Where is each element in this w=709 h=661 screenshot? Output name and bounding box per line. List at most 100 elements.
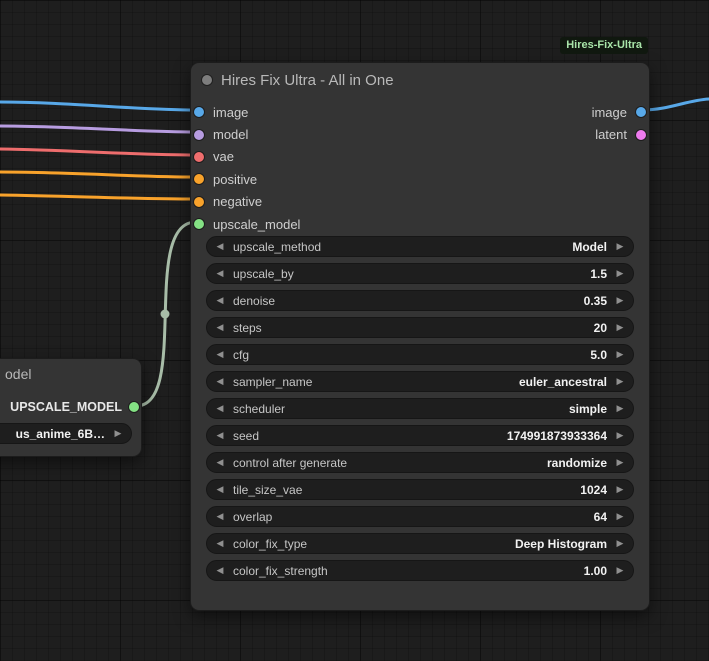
increment-arrow-icon[interactable]: ▶ (113, 423, 123, 444)
widget-row[interactable]: ◀ color_fix_type Deep Histogram ▶ (206, 533, 634, 554)
wire-vae-input (0, 147, 198, 157)
output-port[interactable] (636, 129, 646, 140)
widget-row[interactable]: ◀ scheduler simple ▶ (206, 398, 634, 419)
widget-value: simple (568, 401, 607, 416)
widget-label: seed (233, 428, 260, 443)
input-slot-label: upscale_model (213, 216, 301, 232)
increment-arrow-icon[interactable]: ▶ (615, 317, 625, 338)
widget-row[interactable]: ◀ steps 20 ▶ (206, 317, 634, 338)
widget-label: tile_size_vae (233, 482, 303, 497)
widget-label: steps (233, 320, 262, 335)
input-slot-label: vae (213, 149, 234, 165)
output-slots: image latent (443, 101, 649, 146)
input-port[interactable] (194, 219, 204, 230)
widget-value: randomize (546, 455, 607, 470)
widget-value: Deep Histogram (514, 536, 607, 551)
increment-arrow-icon[interactable]: ▶ (615, 479, 625, 500)
increment-arrow-icon[interactable]: ▶ (615, 398, 625, 419)
widget-value: 1.00 (583, 563, 607, 578)
increment-arrow-icon[interactable]: ▶ (615, 533, 625, 554)
decrement-arrow-icon[interactable]: ◀ (215, 560, 225, 581)
widget-row[interactable]: ◀ color_fix_strength 1.00 ▶ (206, 560, 634, 581)
input-slot-label: positive (213, 171, 258, 187)
widget-row[interactable]: ◀ control after generate randomize ▶ (206, 452, 634, 473)
output-port[interactable] (129, 402, 139, 412)
widget-list: ◀ upscale_method Model ▶ ◀ upscale_by 1.… (206, 236, 634, 581)
output-slot-label: UPSCALE_MODEL (10, 400, 122, 414)
widget-label: color_fix_strength (233, 563, 328, 578)
widget-label: sampler_name (233, 374, 313, 389)
decrement-arrow-icon[interactable]: ◀ (215, 317, 225, 338)
widget-row[interactable]: ◀ seed 174991873933364 ▶ (206, 425, 634, 446)
increment-arrow-icon[interactable]: ▶ (615, 236, 625, 257)
input-slots: image model vae positive negative upscal… (191, 101, 443, 235)
decrement-arrow-icon[interactable]: ◀ (215, 479, 225, 500)
decrement-arrow-icon[interactable]: ◀ (215, 506, 225, 527)
widget-value: 1.5 (590, 266, 607, 281)
widget-row[interactable]: ◀ overlap 64 ▶ (206, 506, 634, 527)
decrement-arrow-icon[interactable]: ◀ (215, 236, 225, 257)
input-slot: model (191, 123, 443, 145)
decrement-arrow-icon[interactable]: ◀ (215, 371, 225, 392)
input-slot-label: image (213, 104, 249, 120)
widget-value: 5.0 (590, 347, 607, 362)
widget-value: 0.35 (583, 293, 607, 308)
input-port[interactable] (194, 129, 204, 140)
widget-label: upscale_by (233, 266, 294, 281)
input-slot-label: model (213, 127, 249, 143)
wire-model-input (0, 124, 198, 134)
widget-label: upscale_method (233, 239, 322, 254)
wire-negative-input (0, 193, 198, 201)
decrement-arrow-icon[interactable]: ◀ (215, 290, 225, 311)
increment-arrow-icon[interactable]: ▶ (615, 506, 625, 527)
input-port[interactable] (194, 107, 204, 118)
node-load-upscale-model[interactable]: odel UPSCALE_MODEL us_anime_6B… ▶ (0, 358, 142, 457)
widget-value: us_anime_6B… (15, 426, 105, 441)
increment-arrow-icon[interactable]: ▶ (615, 263, 625, 284)
widget-row[interactable]: ◀ cfg 5.0 ▶ (206, 344, 634, 365)
widget-row[interactable]: ◀ upscale_by 1.5 ▶ (206, 263, 634, 284)
widget-row[interactable]: ◀ denoise 0.35 ▶ (206, 290, 634, 311)
output-slot: image (443, 101, 649, 123)
decrement-arrow-icon[interactable]: ◀ (215, 398, 225, 419)
increment-arrow-icon[interactable]: ▶ (615, 560, 625, 581)
widget-value: 174991873933364 (506, 428, 607, 443)
node-hires-fix-ultra[interactable]: Hires Fix Ultra - All in One image model… (190, 62, 650, 611)
input-port[interactable] (194, 196, 204, 207)
collapse-dot-icon[interactable] (202, 75, 212, 85)
increment-arrow-icon[interactable]: ▶ (615, 425, 625, 446)
decrement-arrow-icon[interactable]: ◀ (215, 533, 225, 554)
input-slot: upscale_model (191, 213, 443, 235)
widget-row[interactable]: ◀ sampler_name euler_ancestral ▶ (206, 371, 634, 392)
widget-label: color_fix_type (233, 536, 308, 551)
widget-row[interactable]: us_anime_6B… ▶ (0, 423, 132, 444)
increment-arrow-icon[interactable]: ▶ (615, 452, 625, 473)
increment-arrow-icon[interactable]: ▶ (615, 371, 625, 392)
decrement-arrow-icon[interactable]: ◀ (215, 263, 225, 284)
output-port[interactable] (636, 107, 646, 118)
increment-arrow-icon[interactable]: ▶ (615, 290, 625, 311)
input-port[interactable] (194, 174, 204, 185)
node-header[interactable]: Hires Fix Ultra - All in One (191, 63, 649, 97)
output-slot: UPSCALE_MODEL (10, 397, 139, 417)
wire-image-input (0, 100, 198, 112)
widget-label: overlap (233, 509, 273, 524)
input-slot: positive (191, 168, 443, 190)
decrement-arrow-icon[interactable]: ◀ (215, 425, 225, 446)
node-badge: Hires-Fix-Ultra (560, 37, 648, 54)
decrement-arrow-icon[interactable]: ◀ (215, 452, 225, 473)
decrement-arrow-icon[interactable]: ◀ (215, 344, 225, 365)
input-port[interactable] (194, 151, 204, 162)
increment-arrow-icon[interactable]: ▶ (615, 344, 625, 365)
widget-value: 64 (593, 509, 607, 524)
widget-value: 20 (593, 320, 607, 335)
link-midpoint-dot[interactable] (160, 309, 170, 319)
input-slot: negative (191, 191, 443, 213)
widget-value: 1024 (580, 482, 607, 497)
widget-row[interactable]: ◀ upscale_method Model ▶ (206, 236, 634, 257)
widget-value: euler_ancestral (518, 374, 607, 389)
widget-row[interactable]: ◀ tile_size_vae 1024 ▶ (206, 479, 634, 500)
wire-positive-input (0, 170, 198, 179)
output-slot-label: latent (595, 127, 627, 143)
graph-canvas[interactable]: odel UPSCALE_MODEL us_anime_6B… ▶ Hires … (0, 0, 709, 661)
